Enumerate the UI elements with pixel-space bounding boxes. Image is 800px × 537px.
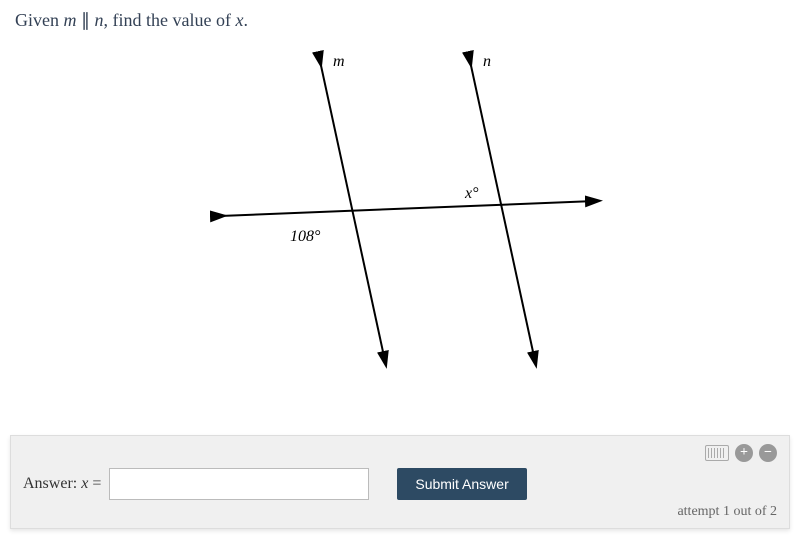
var-n: n	[95, 10, 104, 30]
question-suffix: , find the value of	[104, 10, 236, 30]
answer-panel: + − Answer: x = Submit Answer attempt 1 …	[10, 435, 790, 529]
geometry-diagram: m n 108° x°	[175, 46, 625, 376]
angle-x: x°	[464, 185, 479, 202]
parallel-symbol: ∥	[77, 10, 95, 30]
var-m: m	[64, 10, 77, 30]
keyboard-icon[interactable]	[705, 445, 729, 461]
zoom-out-button[interactable]: −	[759, 444, 777, 462]
question-prefix: Given	[15, 10, 64, 30]
attempt-counter: attempt 1 out of 2	[23, 504, 777, 520]
panel-tools: + −	[23, 444, 777, 462]
zoom-in-button[interactable]: +	[735, 444, 753, 462]
answer-label: Answer: x =	[23, 475, 101, 493]
submit-button[interactable]: Submit Answer	[397, 468, 526, 500]
label-m: m	[333, 53, 345, 70]
question-text: Given m ∥ n, find the value of x.	[15, 10, 785, 31]
question-end: .	[243, 10, 248, 30]
diagram-container: m n 108° x°	[15, 36, 785, 386]
answer-prefix: Answer:	[23, 475, 81, 492]
answer-equals: =	[88, 475, 101, 492]
line-n	[470, 61, 535, 361]
answer-input[interactable]	[109, 468, 369, 500]
answer-row: Answer: x = Submit Answer	[23, 468, 777, 500]
label-n: n	[483, 53, 491, 70]
angle-108: 108°	[290, 228, 321, 245]
transversal-line	[220, 201, 595, 216]
